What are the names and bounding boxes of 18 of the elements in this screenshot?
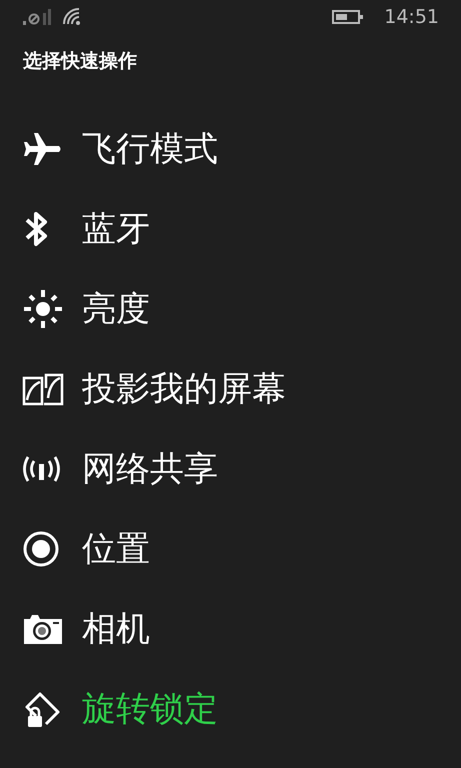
action-item[interactable]: 旋转锁定 <box>0 669 461 749</box>
hotspot-icon <box>22 454 62 484</box>
clock: 14:51 <box>384 6 439 28</box>
no-sim-signal-icon <box>23 9 53 25</box>
action-item[interactable]: 蓝牙 <box>0 189 461 269</box>
action-item[interactable]: 投影我的屏幕 <box>0 349 461 429</box>
battery-icon <box>332 10 364 24</box>
screen-projection-icon <box>22 372 64 406</box>
sun-icon <box>22 288 64 330</box>
action-item[interactable]: 相机 <box>0 589 461 669</box>
camera-icon <box>22 612 64 646</box>
wifi-icon <box>63 8 81 26</box>
action-item[interactable]: 亮度 <box>0 269 461 349</box>
action-item[interactable]: 位置 <box>0 509 461 589</box>
page-title: 选择快速操作 <box>22 49 138 74</box>
action-item[interactable]: 网络共享 <box>0 429 461 509</box>
location-icon <box>22 530 60 568</box>
action-item[interactable]: 飞行模式 <box>0 109 461 189</box>
